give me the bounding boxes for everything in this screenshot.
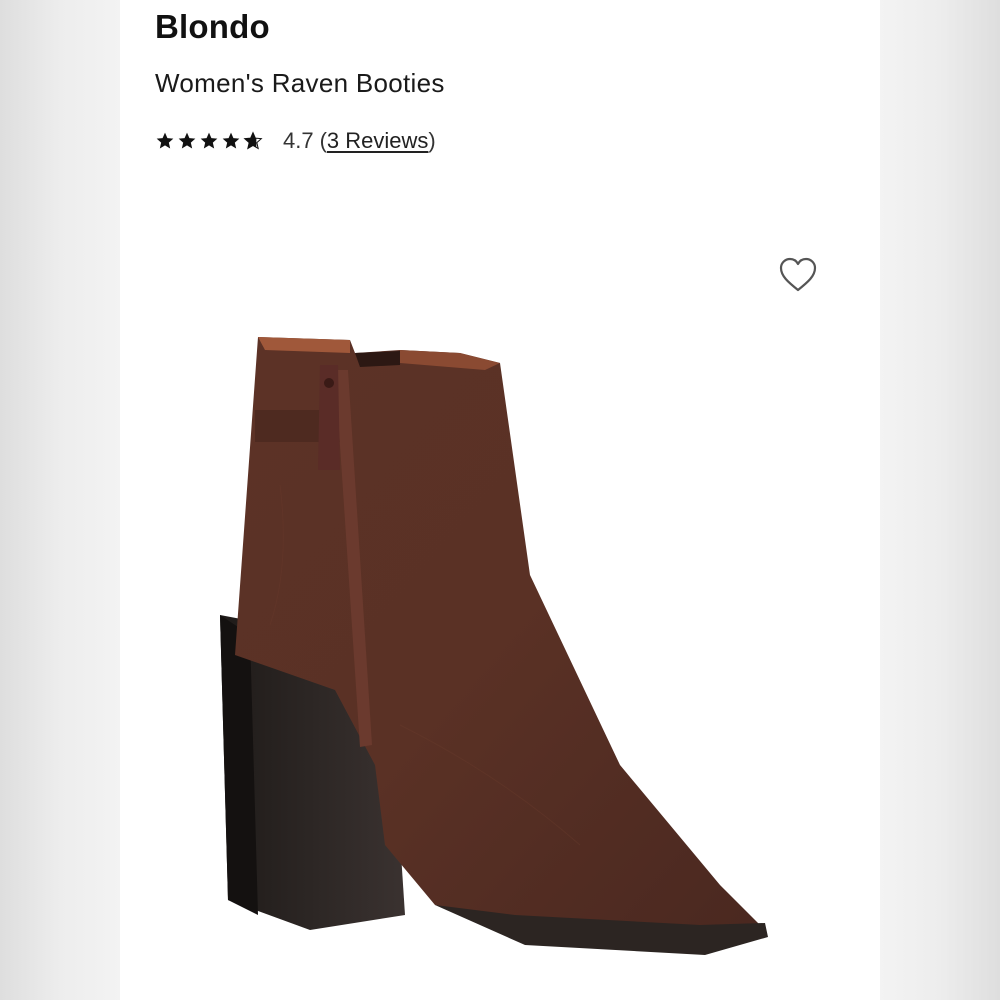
heart-outline-icon[interactable] bbox=[778, 256, 818, 294]
star-icon bbox=[222, 132, 240, 149]
product-card: Blondo Women's Raven Booties 4.7 (3 Rev… bbox=[120, 0, 880, 1000]
reviews-link[interactable]: 3 Reviews bbox=[327, 128, 428, 154]
rating-row[interactable]: 4.7 (3 Reviews) bbox=[155, 125, 436, 157]
star-rating bbox=[155, 131, 263, 151]
brand-name[interactable]: Blondo bbox=[155, 8, 270, 46]
half-star-icon bbox=[243, 131, 263, 150]
rating-value: 4.7 bbox=[283, 128, 314, 153]
star-icon bbox=[200, 132, 218, 149]
page: Blondo Women's Raven Booties 4.7 (3 Rev… bbox=[0, 0, 1000, 1000]
star-icon bbox=[156, 132, 174, 149]
star-icon bbox=[178, 132, 196, 149]
product-title: Women's Raven Booties bbox=[155, 68, 445, 98]
product-image[interactable] bbox=[200, 325, 800, 985]
